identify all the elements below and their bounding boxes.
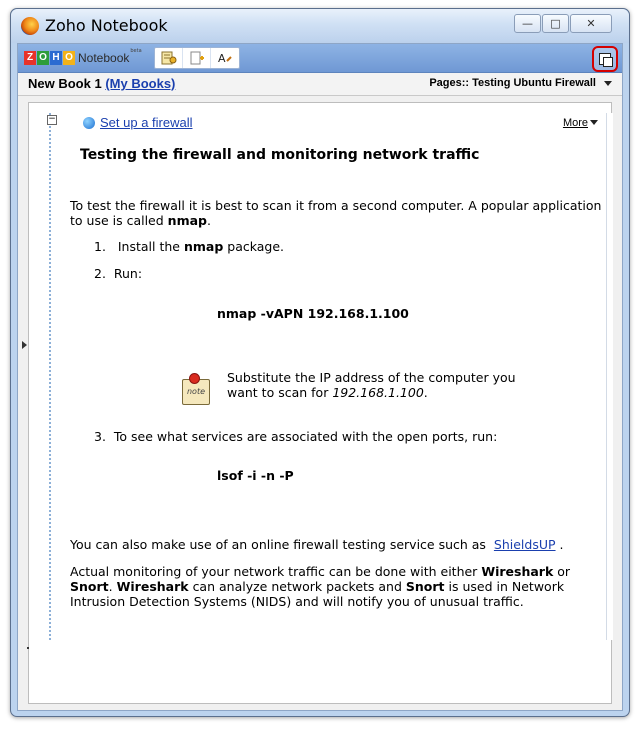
page-heading: Testing the firewall and monitoring netw… xyxy=(80,147,480,163)
toolbar-icon-group: A xyxy=(154,47,240,69)
intro-text: To test the firewall it is best to scan … xyxy=(70,198,602,228)
zoho-logo: Z O H O Notebook beta xyxy=(24,48,142,68)
note-text: Substitute the IP address of the compute… xyxy=(227,370,516,400)
monitor-wireshark-2: Wireshark xyxy=(116,579,189,594)
logo-letter-o2: O xyxy=(63,51,75,65)
step-3: 3. To see what services are associated w… xyxy=(94,429,497,444)
intro-paragraph: To test the firewall it is best to scan … xyxy=(70,198,610,228)
monitor-snort: Snort xyxy=(70,579,109,594)
font-icon[interactable]: A xyxy=(211,48,238,68)
online-paragraph: You can also make use of an online firew… xyxy=(70,537,610,552)
logo-letter-z: Z xyxy=(24,51,36,65)
book-name: New Book 1 xyxy=(28,76,102,91)
monitor-text-1: Actual monitoring of your network traffi… xyxy=(70,564,478,579)
svg-text:A: A xyxy=(218,52,226,65)
note-end: . xyxy=(423,385,428,400)
logo-notebook-word: Notebook xyxy=(78,51,130,65)
add-page-icon[interactable] xyxy=(183,48,211,68)
close-button[interactable]: ✕ xyxy=(570,14,612,33)
note-line-1: Substitute the IP address of the compute… xyxy=(227,370,516,385)
step-1-text: Install the xyxy=(117,239,180,254)
step-3-number: 3. xyxy=(94,429,106,444)
title-bar[interactable]: Zoho Notebook — □ ✕ xyxy=(11,9,629,43)
stray-dot xyxy=(27,647,29,649)
step-2: 2. Run: xyxy=(94,266,142,281)
pages-dropdown[interactable]: Pages:: Testing Ubuntu Firewall xyxy=(429,77,596,89)
note-page: − Set up a firewall More Testing the fir… xyxy=(47,113,613,640)
window-title: Zoho Notebook xyxy=(45,16,168,35)
page-body: Set up a firewall More Testing the firew… xyxy=(63,113,607,640)
step-2-text: Run: xyxy=(113,266,143,281)
notebook-toolbar: Z O H O Notebook beta A xyxy=(18,44,622,73)
setup-link-text: Set up a firewall xyxy=(100,115,193,130)
step-3-text: To see what services are associated with… xyxy=(113,429,498,444)
pin-icon xyxy=(189,373,200,384)
chevron-down-icon[interactable] xyxy=(604,81,612,86)
step-2-number: 2. xyxy=(94,266,106,281)
wizard-icon xyxy=(83,116,95,129)
step-1-bold: nmap xyxy=(183,239,224,254)
lsof-command: lsof -i -n -P xyxy=(217,468,294,483)
step-1-end: package. xyxy=(227,239,285,254)
step-1-number: 1. xyxy=(94,239,106,254)
minimize-button[interactable]: — xyxy=(514,14,541,33)
intro-bold: nmap xyxy=(167,213,207,228)
monitor-paragraph: Actual monitoring of your network traffi… xyxy=(70,564,610,609)
app-window: Zoho Notebook — □ ✕ Z O H O Notebook bet… xyxy=(10,8,630,717)
logo-letter-h: H xyxy=(50,51,62,65)
book-title: New Book 1 (My Books) xyxy=(28,76,175,91)
maximize-button[interactable]: □ xyxy=(542,14,569,33)
content-area: − Set up a firewall More Testing the fir… xyxy=(28,102,613,704)
my-books-link[interactable]: (My Books) xyxy=(105,76,175,91)
more-menu[interactable]: More xyxy=(563,117,598,129)
intro-end: . xyxy=(206,213,211,228)
logo-beta: beta xyxy=(130,48,142,54)
firefox-icon xyxy=(21,17,39,35)
notebook-frame: Z O H O Notebook beta A New Book 1 (My B… xyxy=(17,43,623,711)
logo-letter-o: O xyxy=(37,51,49,65)
monitor-wireshark: Wireshark xyxy=(481,564,554,579)
monitor-snort-2: Snort xyxy=(405,579,445,594)
monitor-text-2: can analyze network packets and xyxy=(192,579,402,594)
popout-icon[interactable] xyxy=(592,46,618,72)
online-end: . xyxy=(559,537,564,552)
notebook-icon[interactable] xyxy=(155,48,183,68)
more-label: More xyxy=(562,117,588,129)
nmap-command: nmap -vAPN 192.168.1.100 xyxy=(217,306,409,321)
setup-firewall-link[interactable]: Set up a firewall xyxy=(83,115,193,130)
sidebar-expand-icon[interactable] xyxy=(22,341,27,349)
collapse-toggle-icon[interactable]: − xyxy=(47,115,57,125)
note-icon: note xyxy=(180,373,210,405)
monitor-dot: . xyxy=(108,579,113,594)
note-line-2: want to scan for xyxy=(227,385,329,400)
step-1: 1. Install the nmap package. xyxy=(94,239,284,254)
note-ip: 192.168.1.100 xyxy=(332,385,424,400)
monitor-or: or xyxy=(557,564,571,579)
online-text: You can also make use of an online firew… xyxy=(70,537,486,552)
shieldsup-link[interactable]: ShieldsUP xyxy=(494,537,556,552)
more-chevron-icon xyxy=(590,120,598,125)
book-bar: New Book 1 (My Books) Pages:: Testing Ub… xyxy=(18,73,622,96)
